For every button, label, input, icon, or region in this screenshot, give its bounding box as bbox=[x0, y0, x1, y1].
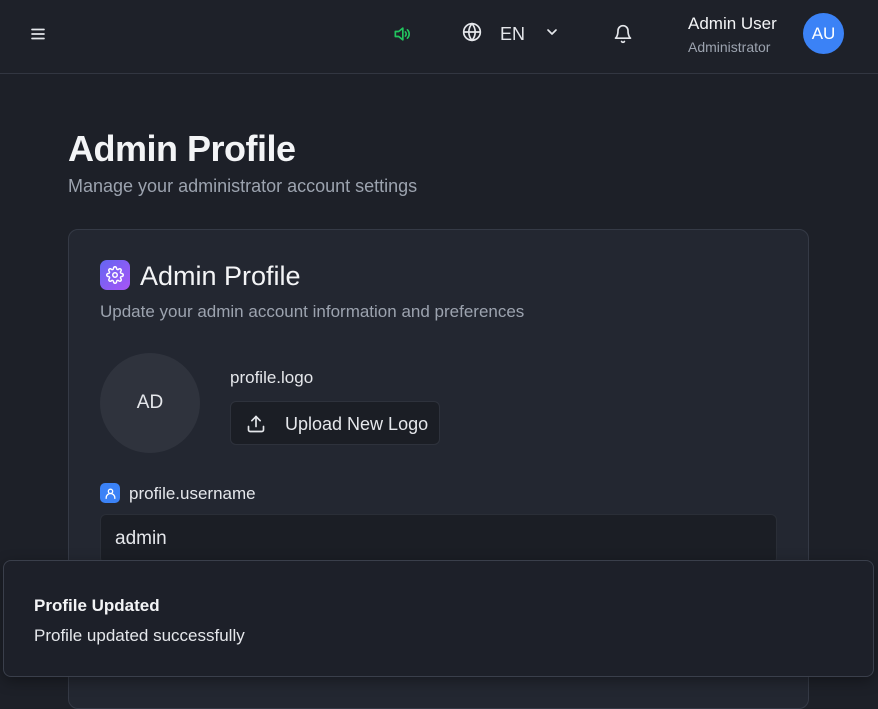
toast-message: Profile updated successfully bbox=[34, 626, 245, 645]
upload-logo-label: Upload New Logo bbox=[285, 414, 429, 434]
upload-icon bbox=[246, 414, 266, 434]
globe-icon bbox=[462, 22, 482, 42]
menu-button[interactable] bbox=[24, 20, 52, 48]
toast-title: Profile Updated bbox=[34, 596, 160, 615]
menu-icon bbox=[31, 28, 45, 40]
toast-notification: Profile Updated Profile updated successf… bbox=[3, 560, 874, 677]
username-input[interactable] bbox=[100, 514, 777, 564]
user-avatar[interactable]: AU bbox=[803, 13, 844, 54]
card-subtitle: Update your admin account information an… bbox=[100, 302, 525, 321]
notifications-button[interactable] bbox=[609, 20, 637, 48]
user-name: Admin User bbox=[688, 14, 777, 33]
top-bar: EN Admin User Administrator AU bbox=[0, 0, 878, 74]
username-label: profile.username bbox=[129, 484, 256, 503]
logo-label: profile.logo bbox=[230, 368, 314, 387]
user-role: Administrator bbox=[688, 39, 771, 55]
language-label: EN bbox=[500, 24, 526, 44]
language-selector[interactable]: EN bbox=[458, 16, 568, 52]
sound-toggle-button[interactable] bbox=[388, 20, 416, 48]
bell-icon bbox=[614, 24, 632, 44]
upload-logo-button[interactable]: Upload New Logo bbox=[230, 401, 440, 445]
chevron-down-icon bbox=[544, 24, 560, 40]
page-title: Admin Profile bbox=[68, 128, 296, 169]
settings-icon bbox=[100, 260, 130, 290]
user-icon bbox=[100, 483, 120, 503]
logo-avatar: AD bbox=[100, 353, 200, 453]
page-subtitle: Manage your administrator account settin… bbox=[68, 176, 418, 196]
card-title: Admin Profile bbox=[140, 261, 301, 291]
speaker-icon bbox=[394, 27, 410, 41]
